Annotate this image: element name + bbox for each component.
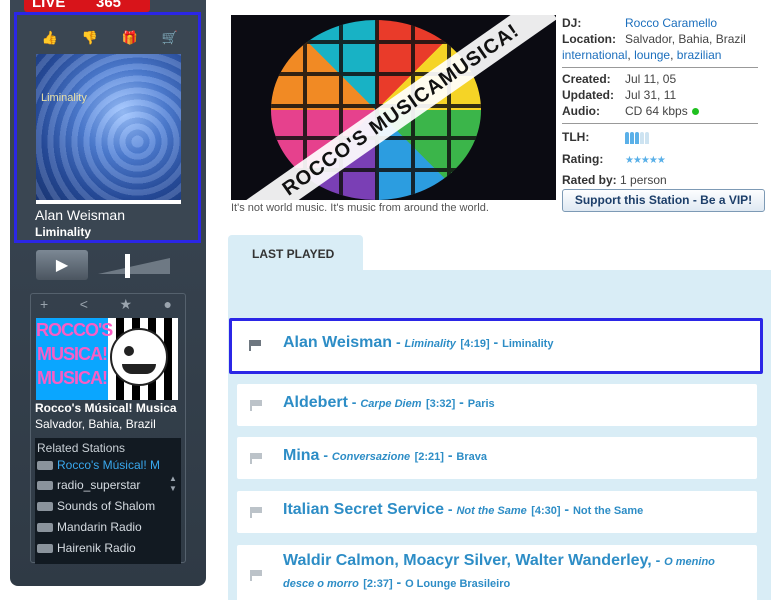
star-icon[interactable]: ★ (119, 296, 132, 314)
dj-label: DJ: (562, 16, 582, 30)
tlh-label: TLH: (562, 130, 590, 144)
location-label: Location: (562, 32, 616, 46)
station-name[interactable]: Rocco's Músical! Musica (35, 401, 184, 415)
track-duration: [4:30] (531, 505, 561, 517)
radio-icon (37, 543, 53, 553)
thumb-down-icon[interactable]: 👎 (82, 30, 98, 46)
track-duration: [2:21] (414, 451, 444, 463)
tlh-bar (630, 131, 634, 144)
track-row[interactable]: Aldebert - Carpe Diem [3:32] - Paris (237, 384, 757, 426)
station-logo[interactable]: ROCCO'S MUSICA! MUSICA! (36, 318, 178, 400)
vip-support-button[interactable]: Support this Station - Be a VIP! (562, 189, 765, 212)
track-artist[interactable]: Italian Secret Service (283, 501, 444, 518)
tlh-bar (635, 131, 639, 144)
cart-icon[interactable]: 🛒 (162, 30, 178, 46)
tlh-bar (640, 131, 644, 144)
flag-icon[interactable] (249, 340, 262, 351)
play-button[interactable]: ▶ (36, 250, 88, 280)
now-playing-album: Liminality (35, 225, 92, 239)
rated-by-label: Rated by: (562, 173, 617, 187)
location-value: Salvador, Bahia, Brazil (625, 32, 746, 46)
audio-label: Audio: (562, 104, 600, 118)
tab-last-played[interactable]: LAST PLAYED (228, 235, 363, 272)
track-row[interactable]: Mina - Conversazione [2:21] - Brava (237, 437, 757, 479)
flag-icon[interactable] (250, 453, 263, 464)
rating-stars[interactable]: ★★★★★ (625, 155, 666, 166)
tlh-meter (625, 131, 649, 144)
rated-by-value: 1 person (620, 173, 667, 187)
track-artist[interactable]: Waldir Calmon, Moacyr Silver, Walter Wan… (283, 552, 652, 569)
tlh-bar (645, 131, 649, 144)
track-title[interactable]: Conversazione (332, 451, 410, 463)
album-cover-title: Liminality (41, 92, 87, 104)
rating-label: Rating: (562, 152, 604, 166)
station-artwork: ROCCO'S MUSICAMUSICA! (231, 15, 556, 200)
thumb-up-icon[interactable]: 👍 (42, 30, 58, 46)
share-icon[interactable]: < (80, 296, 88, 314)
station-actions: + < ★ ● (40, 296, 172, 314)
audio-value: CD 64 kbps (625, 104, 688, 118)
track-title[interactable]: Not the Same (456, 505, 526, 517)
created-label: Created: (562, 72, 611, 86)
updated-value: Jul 31, 11 (625, 88, 677, 102)
track-row[interactable]: Italian Secret Service - Not the Same [4… (237, 491, 757, 533)
track-row[interactable]: Waldir Calmon, Moacyr Silver, Walter Wan… (237, 545, 757, 600)
dj-link[interactable]: Rocco Caramello (625, 16, 717, 30)
volume-slider[interactable] (98, 254, 170, 278)
track-progress-fill (36, 200, 181, 204)
site-logo[interactable]: LIVE 365 (24, 0, 150, 12)
now-playing-artist: Alan Weisman (35, 207, 126, 223)
divider (562, 67, 758, 68)
tag-link[interactable]: brazilian (677, 48, 722, 62)
flag-icon[interactable] (250, 400, 263, 411)
track-duration: [4:19] (460, 338, 490, 350)
updated-label: Updated: (562, 88, 614, 102)
divider (562, 123, 758, 124)
plus-icon[interactable]: + (40, 296, 48, 314)
related-station-item[interactable]: Hairenik Radio (37, 541, 168, 555)
station-tagline: It's not world music. It's music from ar… (231, 202, 489, 214)
chat-icon[interactable]: ● (164, 296, 172, 314)
radio-icon (37, 480, 53, 490)
related-stations-title: Related Stations (37, 441, 126, 455)
station-location: Salvador, Bahia, Brazil (35, 417, 156, 431)
radio-icon (37, 460, 53, 470)
related-station-item[interactable]: Mandarin Radio (37, 520, 168, 534)
track-artist[interactable]: Mina (283, 447, 319, 464)
track-album[interactable]: Liminality (502, 338, 553, 350)
tag-link[interactable]: lounge (634, 48, 670, 62)
tag-link[interactable]: international (562, 48, 627, 62)
album-cover[interactable]: Liminality (36, 54, 181, 200)
flag-icon[interactable] (250, 507, 263, 518)
track-duration: [2:37] (363, 578, 393, 590)
related-station-item[interactable]: Rocco's Músical! M (37, 458, 168, 472)
status-dot-icon (691, 108, 699, 116)
track-artist[interactable]: Aldebert (283, 394, 348, 411)
radio-icon (37, 501, 53, 511)
track-row[interactable]: Alan Weisman - Liminality [4:19] - Limin… (229, 318, 763, 374)
volume-ramp (98, 258, 170, 274)
track-title[interactable]: Carpe Diem (360, 398, 421, 410)
related-scroll-arrows[interactable]: ▲ ▼ (169, 474, 177, 494)
gift-icon[interactable]: 🎁 (122, 30, 138, 46)
volume-knob[interactable] (125, 254, 130, 278)
track-duration: [3:32] (425, 398, 456, 410)
track-album[interactable]: Brava (456, 451, 487, 463)
track-album[interactable]: O Lounge Brasileiro (405, 578, 510, 590)
radio-icon (37, 522, 53, 532)
related-station-item[interactable]: radio_superstar (37, 478, 168, 492)
track-album[interactable]: Not the Same (573, 505, 643, 517)
cartoon-face-icon (110, 328, 168, 386)
track-artist[interactable]: Alan Weisman (283, 334, 392, 351)
related-station-item[interactable]: Sounds of Shalom (37, 499, 168, 513)
now-playing-actions: 👍 👎 🎁 🛒 (30, 26, 190, 50)
play-icon: ▶ (55, 257, 69, 274)
flag-icon[interactable] (250, 570, 263, 581)
created-value: Jul 11, 05 (625, 72, 677, 86)
tlh-bar (625, 131, 629, 144)
station-logo-text: ROCCO'S MUSICA! MUSICA! (36, 318, 113, 400)
track-title[interactable]: Liminality (405, 338, 456, 350)
track-progress-bar[interactable] (36, 200, 181, 204)
track-album[interactable]: Paris (468, 398, 495, 410)
